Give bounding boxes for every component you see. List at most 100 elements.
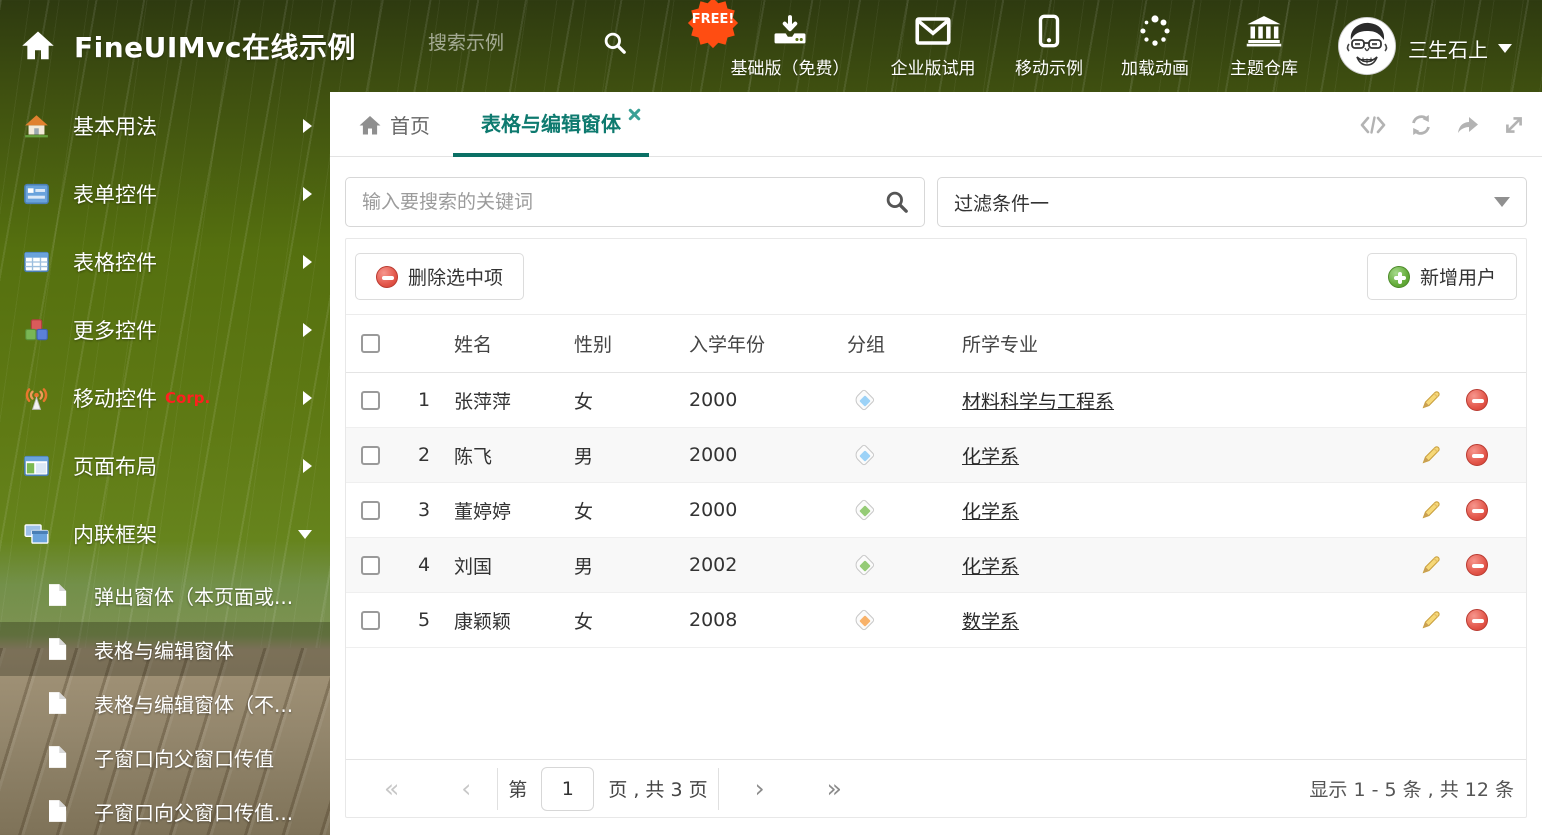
cubes-icon (25, 319, 48, 341)
sidebar-subitem-child-to-parent-alt[interactable]: 子窗口向父窗口传值... (0, 784, 330, 835)
row-checkbox[interactable] (360, 445, 380, 465)
nav-item-theme-repository[interactable]: 主题仓库 (1189, 12, 1339, 79)
edit-icon[interactable] (1421, 390, 1441, 410)
delete-icon[interactable] (1466, 554, 1488, 576)
maximize-icon[interactable] (1503, 114, 1525, 136)
row-year: 2008 (689, 609, 738, 631)
row-name: 张萍萍 (454, 390, 512, 413)
tab-label: 首页 (390, 114, 430, 138)
caret-down-icon (1494, 197, 1510, 207)
sidebar-subitem-popup-window[interactable]: 弹出窗体（本页面或... (0, 568, 330, 622)
filter-dropdown-value: 过滤条件一 (954, 192, 1050, 215)
plus-circle-icon (1387, 265, 1410, 288)
user-menu[interactable]: 三生石上 (1408, 34, 1512, 63)
row-year: 2000 (689, 444, 738, 466)
delete-icon[interactable] (1466, 389, 1488, 411)
antenna-icon (25, 388, 48, 410)
major-link[interactable]: 化学系 (962, 446, 1019, 468)
header-search-input[interactable] (428, 32, 578, 54)
edit-icon[interactable] (1421, 610, 1441, 630)
sidebar-subitem-label: 表格与编辑窗体 (94, 638, 234, 663)
close-icon[interactable] (628, 108, 641, 121)
frames-icon (24, 524, 49, 544)
row-index: 3 (417, 499, 431, 521)
major-link[interactable]: 化学系 (962, 556, 1019, 578)
row-gender: 男 (574, 445, 594, 468)
file-icon (49, 638, 67, 660)
sidebar-item-label: 页面布局 (73, 455, 157, 479)
next-page-button[interactable]: › (747, 776, 773, 801)
sidebar-item-inline-frame[interactable]: 内联框架 (0, 500, 330, 568)
source-code-icon[interactable] (1360, 114, 1386, 136)
page-prefix: 第 (508, 779, 528, 801)
search-icon[interactable] (884, 189, 910, 215)
filter-dropdown[interactable]: 过滤条件一 (937, 177, 1527, 227)
row-checkbox[interactable] (360, 610, 380, 630)
table-row: 4 刘国 男 2002 化学系 (346, 538, 1526, 593)
row-gender: 女 (574, 500, 594, 523)
main-content: 首页 表格与编辑窗体 过 (330, 92, 1542, 835)
sidebar-subitem-child-to-parent[interactable]: 子窗口向父窗口传值 (0, 730, 330, 784)
sidebar-subitem-label: 子窗口向父窗口传值 (94, 746, 274, 771)
sidebar-subitem-grid-edit-window-alt[interactable]: 表格与编辑窗体（不... (0, 676, 330, 730)
row-checkbox[interactable] (360, 500, 380, 520)
major-link[interactable]: 化学系 (962, 501, 1019, 523)
sidebar-item-form-controls[interactable]: 表单控件 (0, 160, 330, 228)
prev-page-button[interactable]: ‹ (453, 776, 479, 801)
page-number-input[interactable] (541, 766, 595, 811)
sidebar-item-page-layout[interactable]: 页面布局 (0, 432, 330, 500)
nav-item-label: 主题仓库 (1230, 59, 1298, 79)
file-icon (49, 800, 67, 822)
chevron-right-icon (303, 323, 312, 337)
tab-grid-edit-window[interactable]: 表格与编辑窗体 (453, 92, 649, 157)
pagination-summary: 显示 1 - 5 条 , 共 12 条 (1309, 779, 1514, 801)
first-page-button[interactable]: « (376, 776, 407, 801)
file-icon (49, 692, 67, 714)
sidebar-item-more-controls[interactable]: 更多控件 (0, 296, 330, 364)
sidebar-item-basic-usage[interactable]: 基本用法 (0, 92, 330, 160)
table-row: 3 董婷婷 女 2000 化学系 (346, 483, 1526, 538)
edit-icon[interactable] (1421, 500, 1441, 520)
row-index: 4 (417, 554, 431, 576)
select-all-checkbox[interactable] (360, 334, 380, 353)
major-link[interactable]: 材料科学与工程系 (962, 391, 1114, 413)
grid-toolbar: 删除选中项 新增用户 (346, 239, 1526, 315)
app-header: FineUIMvc在线示例 FREE! 基础版（免费） 企业版试用 移动示例 (0, 0, 1542, 92)
open-new-window-icon[interactable] (1456, 114, 1480, 136)
row-checkbox[interactable] (360, 555, 380, 575)
page-suffix: 页 , 共 3 页 (608, 779, 708, 801)
sidebar-item-mobile-controls[interactable]: 移动控件 Corp. (0, 364, 330, 432)
sidebar-subitem-grid-edit-window[interactable]: 表格与编辑窗体 (0, 622, 330, 676)
caret-down-icon (1498, 44, 1512, 53)
tab-home[interactable]: 首页 (358, 92, 430, 157)
home-icon[interactable] (20, 28, 56, 62)
delete-selected-button[interactable]: 删除选中项 (355, 253, 525, 300)
avatar[interactable] (1338, 17, 1396, 75)
refresh-icon[interactable] (1409, 113, 1433, 137)
row-checkbox[interactable] (360, 390, 380, 410)
file-icon (49, 584, 67, 606)
edit-icon[interactable] (1421, 555, 1441, 575)
table-empty-area (346, 648, 1526, 759)
search-icon[interactable] (602, 30, 628, 56)
add-user-button[interactable]: 新增用户 (1366, 253, 1517, 300)
delete-icon[interactable] (1466, 499, 1488, 521)
delete-selected-label: 删除选中项 (408, 267, 504, 289)
chevron-right-icon (303, 187, 312, 201)
row-gender: 女 (574, 390, 594, 413)
username: 三生石上 (1408, 38, 1488, 62)
grid-panel: 删除选中项 新增用户 姓名 性别 入学年份 分组 所学专业 1 张萍萍 女 20… (345, 238, 1527, 818)
delete-icon[interactable] (1466, 609, 1488, 631)
keyword-search-input[interactable] (346, 191, 884, 213)
free-badge-label: FREE! (691, 12, 735, 27)
chevron-right-icon (303, 391, 312, 405)
sidebar-item-grid-controls[interactable]: 表格控件 (0, 228, 330, 296)
delete-icon[interactable] (1466, 444, 1488, 466)
major-link[interactable]: 数学系 (962, 611, 1019, 633)
edit-icon[interactable] (1421, 445, 1441, 465)
bank-icon (1189, 12, 1339, 50)
row-name: 刘国 (454, 555, 493, 578)
col-year: 入学年份 (689, 334, 766, 356)
file-icon (49, 746, 67, 768)
last-page-button[interactable]: » (819, 776, 850, 801)
